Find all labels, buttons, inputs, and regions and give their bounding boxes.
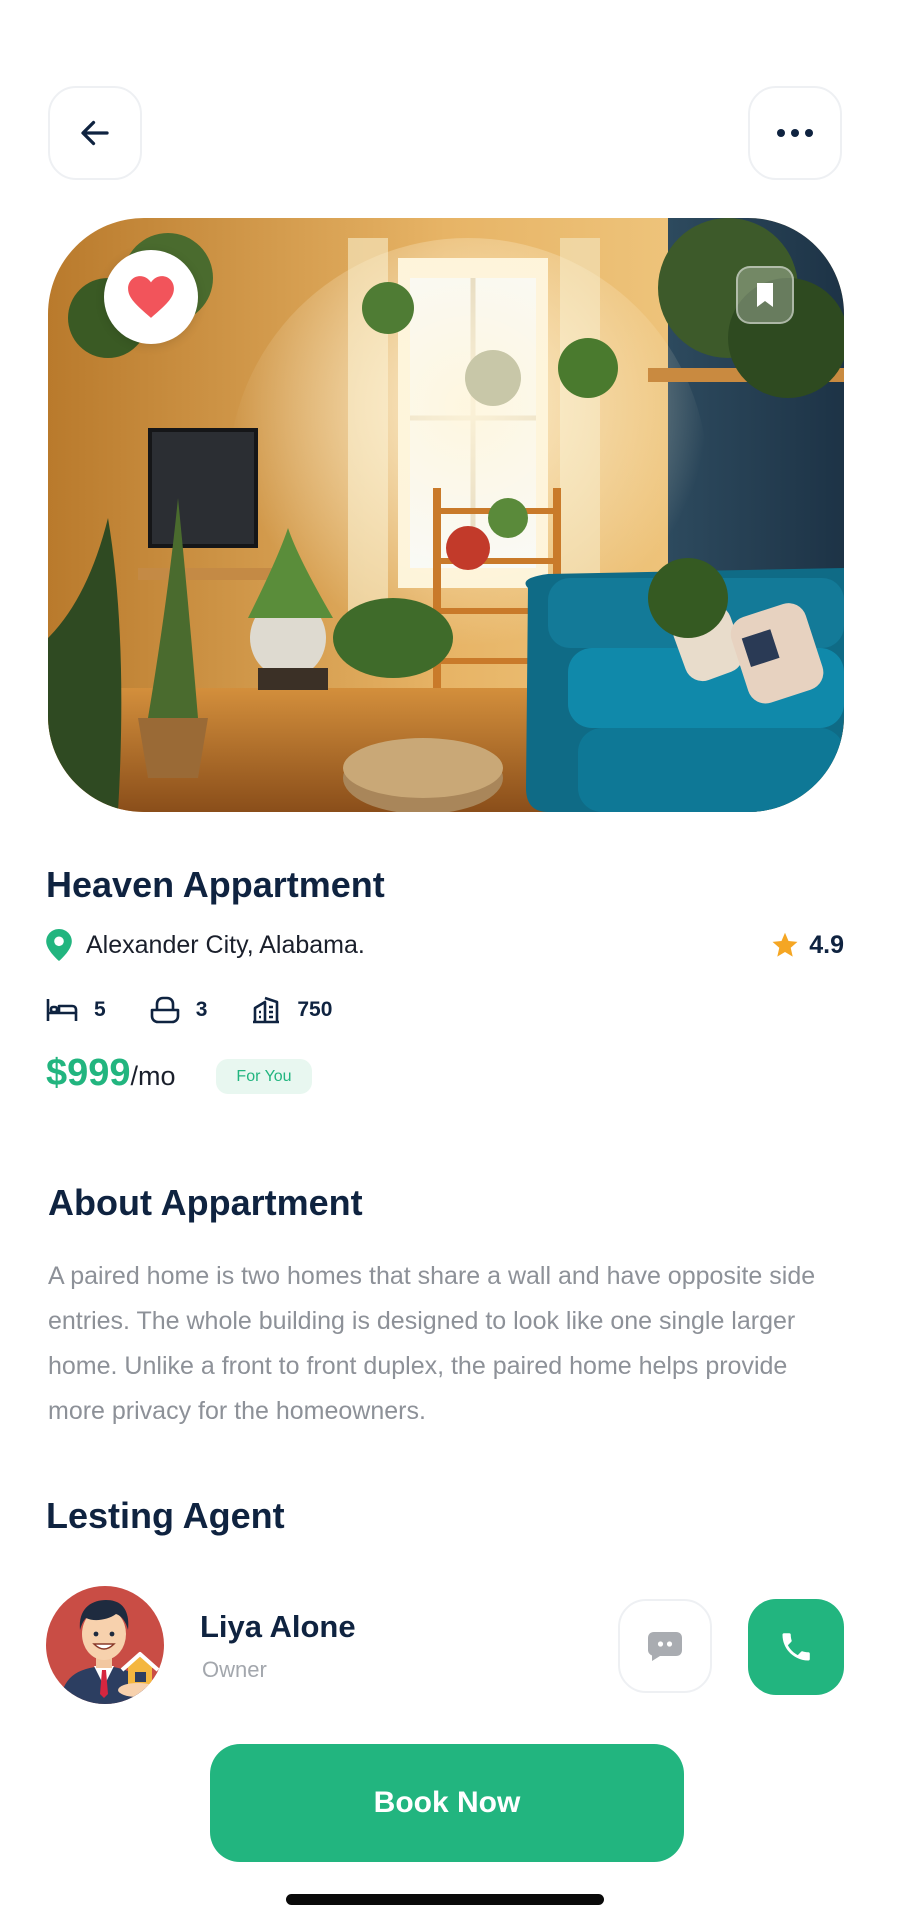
back-button[interactable] <box>48 86 142 180</box>
bookmark-button[interactable] <box>736 266 794 324</box>
price: $999 <box>46 1052 131 1094</box>
bathrooms-count: 3 <box>195 998 208 1021</box>
about-heading: About Appartment <box>48 1182 363 1223</box>
book-now-button[interactable]: Book Now <box>210 1744 684 1862</box>
phone-icon <box>782 1633 810 1661</box>
about-description: A paired home is two homes that share a … <box>48 1262 816 1425</box>
more-options-button[interactable] <box>748 86 842 180</box>
bookmark-icon <box>757 283 773 307</box>
feature-bathrooms: 3 <box>150 996 208 1024</box>
favorite-button[interactable] <box>104 250 198 344</box>
for-you-tag: For You <box>216 1059 312 1094</box>
agent-avatar <box>46 1586 164 1704</box>
chat-icon <box>648 1632 682 1661</box>
price-period: /mo <box>130 1061 176 1091</box>
location-text: Alexander City, Alabama. <box>86 930 365 959</box>
building-area-icon <box>253 996 280 1024</box>
agent-avatar-illustration <box>46 1586 164 1704</box>
listing-title: Heaven Appartment <box>46 864 385 905</box>
more-horizontal-icon <box>777 129 813 137</box>
arrow-left-icon <box>81 120 109 146</box>
bedrooms-count: 5 <box>94 998 106 1021</box>
rating-value: 4.9 <box>809 930 844 959</box>
star-icon <box>772 932 798 957</box>
property-photo <box>48 218 844 812</box>
agent-name: Liya Alone <box>200 1609 356 1644</box>
feature-bedrooms: 5 <box>46 997 106 1023</box>
chat-button[interactable] <box>618 1599 712 1693</box>
features-row: 5 3 750 <box>46 994 376 1026</box>
agent-heading: Lesting Agent <box>46 1495 285 1536</box>
agent-role: Owner <box>202 1657 267 1682</box>
feature-area: 750 <box>251 996 332 1024</box>
rating: 4.9 <box>771 928 844 962</box>
area-value: 750 <box>297 998 333 1021</box>
bed-icon <box>46 999 78 1021</box>
location-pin-icon <box>46 929 72 961</box>
call-button[interactable] <box>748 1599 844 1695</box>
price-row: $999 /mo <box>46 1052 176 1095</box>
home-indicator <box>286 1894 604 1905</box>
heart-icon <box>128 276 174 318</box>
location-row: Alexander City, Alabama. <box>46 928 365 962</box>
bathtub-icon <box>150 996 179 1024</box>
